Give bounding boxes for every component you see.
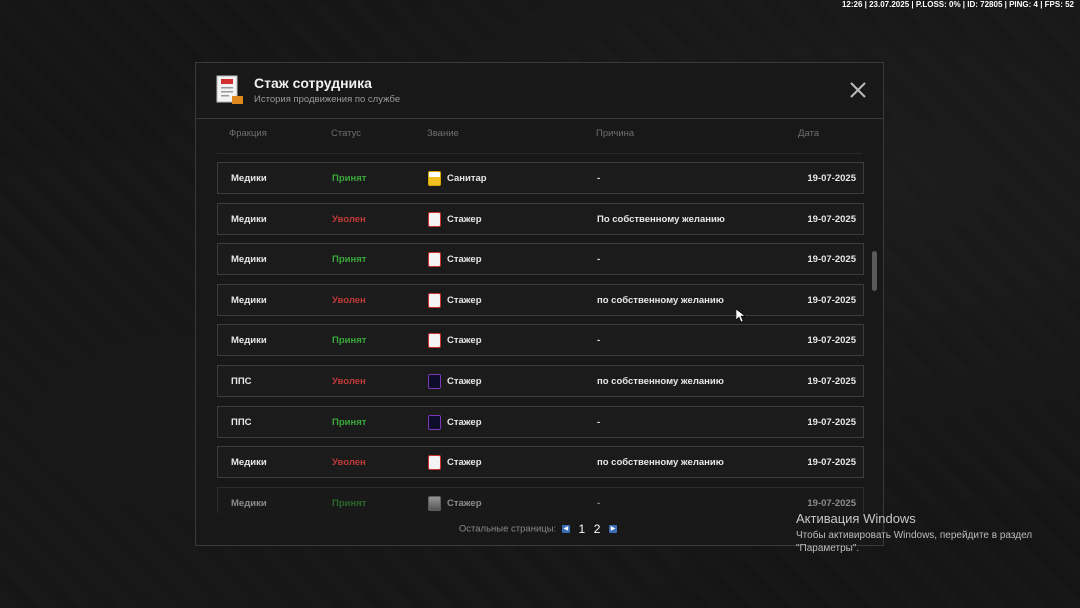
row-status: Принят <box>332 335 367 347</box>
row-rank: Стажер <box>447 497 482 509</box>
row-rank: Стажер <box>447 457 482 469</box>
row-date: 19-07-2025 <box>807 457 856 469</box>
row-reason: - <box>597 335 601 347</box>
stazher-med-icon <box>428 211 441 227</box>
prev-page-icon[interactable]: ◀ <box>561 525 570 533</box>
hud-status-bar: 12:26 | 23.07.2025 | P.LOSS: 0% | ID: 72… <box>841 0 1074 9</box>
row-rank: Стажер <box>447 335 482 347</box>
mouse-cursor-icon <box>736 309 746 323</box>
table-row: Медики Уволен Стажер по собственному желани… <box>217 446 864 479</box>
row-status: Принят <box>332 254 367 266</box>
row-date: 19-07-2025 <box>807 254 856 266</box>
row-date: 19-07-2025 <box>807 497 856 509</box>
stazher-med-icon <box>428 455 441 471</box>
row-faction: ППС <box>231 376 252 387</box>
row-reason: по собственному желанию <box>597 294 724 306</box>
row-status: Уволен <box>332 376 366 387</box>
stazher-med-icon <box>428 333 441 349</box>
table-row: Медики Принят Стажер - 19-07-2025 <box>217 486 864 513</box>
table-row: Медики Принят Стажер - 19-07-2025 <box>217 324 864 357</box>
modal-title: Стаж сотрудника <box>254 75 372 91</box>
row-rank: Стажер <box>447 416 482 428</box>
row-rank: Стажер <box>447 294 482 306</box>
stazher-pps-icon <box>428 374 441 389</box>
row-date: 19-07-2025 <box>807 335 856 347</box>
stazher-pps-icon <box>428 414 441 430</box>
column-rank: Звание <box>427 128 459 139</box>
document-icon <box>216 75 243 104</box>
row-status: Уволен <box>332 457 366 469</box>
row-status: Принят <box>332 497 367 509</box>
close-icon[interactable] <box>849 81 867 99</box>
column-headers: Фракция Статус Звание Причина Дата <box>196 128 883 142</box>
sanitar-icon <box>428 171 441 186</box>
row-reason: - <box>597 254 601 266</box>
row-date: 19-07-2025 <box>807 173 856 184</box>
pagination-label: Остальные страницы: <box>458 523 557 535</box>
employee-history-modal: Стаж сотрудника История продвижения по с… <box>195 62 884 546</box>
scrollbar-thumb[interactable] <box>872 251 877 291</box>
pagination: Остальные страницы: ◀ 1 2 ▶ <box>196 522 883 536</box>
row-status: Уволен <box>332 294 366 306</box>
row-faction: Медики <box>231 294 267 306</box>
stazher-grey-icon <box>428 495 441 511</box>
table-row: Медики Уволен Стажер По собственному желани… <box>217 202 864 235</box>
row-faction: Медики <box>231 497 267 509</box>
row-reason: - <box>597 497 601 509</box>
row-reason: по собственному желанию <box>597 376 724 387</box>
next-page-icon[interactable]: ▶ <box>609 525 618 533</box>
row-faction: Медики <box>231 335 267 347</box>
row-date: 19-07-2025 <box>807 376 856 387</box>
row-status: Принят <box>332 173 367 184</box>
row-reason: - <box>597 173 601 184</box>
windows-activation-watermark: Активация Windows Чтобы активировать Win… <box>796 511 1046 555</box>
column-status: Статус <box>331 128 362 139</box>
row-rank: Стажер <box>447 376 482 387</box>
modal-subtitle: История продвижения по службе <box>254 94 401 105</box>
row-reason: - <box>597 416 601 428</box>
windows-activation-title: Активация Windows <box>796 511 916 526</box>
row-rank: Стажер <box>447 254 482 266</box>
row-faction: ППС <box>231 416 252 428</box>
stazher-med-icon <box>428 252 441 268</box>
windows-activation-text: Чтобы активировать Windows, перейдите в … <box>796 530 1033 554</box>
column-faction: Фракция <box>229 128 267 139</box>
table-row: ППС Уволен Стажер по собственному желанию 19… <box>217 365 864 397</box>
stazher-med-icon <box>428 292 441 308</box>
header-divider <box>217 153 862 154</box>
row-faction: Медики <box>231 173 267 184</box>
row-reason: по собственному желанию <box>597 457 724 469</box>
row-rank: Санитар <box>447 173 487 184</box>
row-date: 19-07-2025 <box>807 213 856 225</box>
row-faction: Медики <box>231 254 267 266</box>
row-date: 19-07-2025 <box>807 294 856 306</box>
table-row: Медики Принят Стажер - 19-07-2025 <box>217 243 864 276</box>
row-faction: Медики <box>231 213 267 225</box>
modal-header: Стаж сотрудника История продвижения по с… <box>196 63 883 119</box>
table-row: Медики Уволен Стажер по собственному желани… <box>217 283 864 316</box>
row-reason: По собственному желанию <box>597 213 725 225</box>
page-1-link[interactable]: 1 <box>578 522 585 536</box>
row-rank: Стажер <box>447 213 482 225</box>
row-status: Принят <box>332 416 367 428</box>
page-2-link[interactable]: 2 <box>594 522 601 536</box>
table-row: Медики Принят Санитар - 19-07-2025 <box>217 162 864 194</box>
row-status: Уволен <box>332 213 366 225</box>
row-faction: Медики <box>231 457 267 469</box>
history-list: Медики Принят Санитар - 19-07-2025 Медики Увол… <box>217 162 864 513</box>
column-reason: Причина <box>596 128 635 139</box>
table-row: ППС Принят Стажер - 19-07-2025 <box>217 405 864 438</box>
row-date: 19-07-2025 <box>807 416 856 428</box>
column-date: Дата <box>798 128 820 139</box>
